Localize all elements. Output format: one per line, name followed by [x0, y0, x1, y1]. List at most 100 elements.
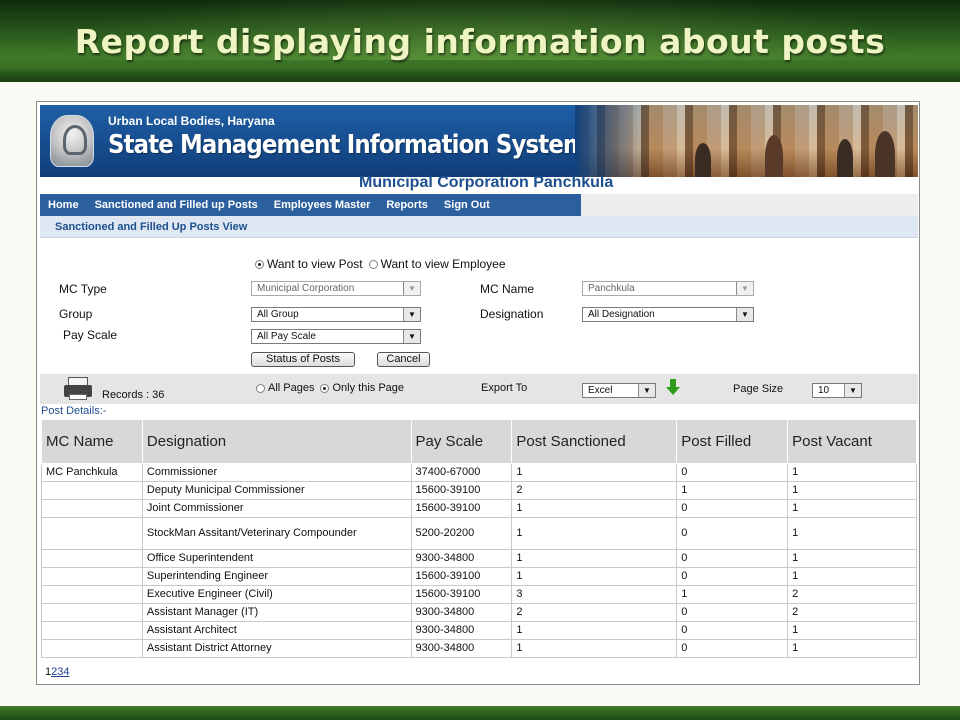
cell-post-sanctioned: 3	[511, 585, 678, 604]
nav-employees-master[interactable]: Employees Master	[266, 199, 379, 211]
cell-post-vacant: 1	[787, 463, 917, 482]
cell-post-filled: 0	[676, 603, 789, 622]
cell-post-vacant: 1	[787, 499, 917, 518]
printer-icon[interactable]	[64, 377, 94, 401]
cell-designation: Assistant District Attorney	[141, 639, 412, 658]
cell-pay-scale: 9300-34800	[410, 639, 513, 658]
cancel-button[interactable]: Cancel	[377, 352, 430, 367]
cell-pay-scale: 9300-34800	[410, 603, 513, 622]
pay-scale-select[interactable]: All Pay Scale ▼	[251, 329, 421, 344]
chevron-down-icon: ▼	[638, 384, 655, 397]
table-row: Deputy Municipal Commissioner 15600-39100…	[41, 481, 917, 500]
banner-subtitle: Urban Local Bodies, Haryana	[108, 114, 275, 128]
office-photo	[575, 105, 918, 177]
only-this-page-radio[interactable]	[320, 383, 330, 393]
cell-designation: Superintending Engineer	[141, 567, 412, 586]
page-size-value: 10	[818, 385, 830, 396]
cell-pay-scale: 37400-67000	[410, 463, 513, 482]
chevron-down-icon: ▼	[403, 282, 420, 295]
cell-post-vacant: 1	[787, 517, 917, 550]
all-pages-radio[interactable]	[256, 383, 265, 393]
view-employee-radio[interactable]	[368, 259, 378, 269]
mc-name-label: MC Name	[480, 282, 535, 296]
cell-post-vacant: 1	[787, 567, 917, 586]
view-post-label[interactable]: Want to view Post	[267, 257, 363, 271]
cell-mc-name	[41, 567, 143, 586]
view-employee-label[interactable]: Want to view Employee	[381, 257, 506, 271]
table-row: StockMan Assitant/Veterinary Compounder 5…	[41, 517, 917, 550]
cell-post-sanctioned: 2	[511, 481, 678, 500]
nav-sign-out[interactable]: Sign Out	[436, 199, 498, 211]
nav-reports[interactable]: Reports	[378, 199, 436, 211]
cell-post-filled: 0	[676, 639, 789, 658]
nav-sanctioned-posts[interactable]: Sanctioned and Filled up Posts	[87, 199, 266, 211]
cell-post-filled: 1	[676, 481, 789, 500]
designation-select[interactable]: All Designation ▼	[582, 307, 754, 322]
cell-designation: Office Superintendent	[141, 549, 412, 568]
cell-designation: Joint Commissioner	[141, 499, 412, 518]
chevron-down-icon: ▼	[403, 308, 420, 321]
only-this-page-label[interactable]: Only this Page	[332, 382, 404, 394]
cell-post-sanctioned: 1	[511, 463, 678, 482]
page-size-select[interactable]: 10 ▼	[812, 383, 862, 398]
chevron-down-icon: ▼	[403, 330, 420, 343]
group-value: All Group	[257, 309, 299, 320]
cell-post-filled: 0	[676, 621, 789, 640]
records-count: Records : 36	[102, 389, 165, 401]
table-row: Assistant District Attorney 9300-34800 1 0 1	[41, 639, 917, 658]
col-post-filled[interactable]: Post Filled	[676, 419, 789, 464]
cell-pay-scale: 15600-39100	[410, 585, 513, 604]
nav-home[interactable]: Home	[40, 199, 87, 211]
report-toolbar: Records : 36 All Pages Only this Page Ex…	[40, 374, 918, 404]
col-post-vacant[interactable]: Post Vacant	[787, 419, 917, 464]
col-post-sanctioned[interactable]: Post Sanctioned	[511, 419, 678, 464]
all-pages-label[interactable]: All Pages	[268, 382, 314, 394]
mc-type-select[interactable]: Municipal Corporation ▼	[251, 281, 421, 296]
cell-post-filled: 0	[676, 499, 789, 518]
cell-mc-name	[41, 639, 143, 658]
export-format-select[interactable]: Excel ▼	[582, 383, 656, 398]
export-download-icon[interactable]	[666, 379, 680, 395]
table-row: Superintending Engineer 15600-39100 1 0 1	[41, 567, 917, 586]
table-row: Joint Commissioner 15600-39100 1 0 1	[41, 499, 917, 518]
col-mc-name[interactable]: MC Name	[41, 419, 143, 464]
table-header-row: MC Name Designation Pay Scale Post Sanct…	[41, 419, 917, 464]
cell-post-vacant: 2	[787, 603, 917, 622]
designation-value: All Designation	[588, 309, 655, 320]
col-pay-scale[interactable]: Pay Scale	[410, 419, 513, 464]
page-size-label: Page Size	[733, 383, 784, 395]
cell-post-filled: 0	[676, 567, 789, 586]
corporation-title: Municipal Corporation Panchkula	[359, 174, 614, 191]
col-designation[interactable]: Designation	[141, 419, 412, 464]
cell-pay-scale: 5200-20200	[410, 517, 513, 550]
page-4[interactable]: 4	[63, 666, 69, 678]
cell-post-vacant: 1	[787, 639, 917, 658]
mc-name-select[interactable]: Panchkula ▼	[582, 281, 754, 296]
cell-mc-name	[41, 481, 143, 500]
slide-header: Report displaying information about post…	[0, 0, 960, 82]
banner-title: State Management Information System	[108, 130, 587, 160]
cell-pay-scale: 9300-34800	[410, 549, 513, 568]
cell-post-sanctioned: 1	[511, 517, 678, 550]
cell-post-filled: 0	[676, 517, 789, 550]
cell-post-sanctioned: 1	[511, 639, 678, 658]
table-row: Assistant Manager (IT) 9300-34800 2 0 2	[41, 603, 917, 622]
table-row: Executive Engineer (Civil) 15600-39100 3 1 2	[41, 585, 917, 604]
cell-pay-scale: 15600-39100	[410, 481, 513, 500]
pay-scale-value: All Pay Scale	[257, 331, 316, 342]
chevron-down-icon: ▼	[844, 384, 861, 397]
group-label: Group	[59, 307, 93, 321]
mc-name-value: Panchkula	[588, 283, 635, 294]
nav-filler	[581, 194, 918, 216]
cell-mc-name	[41, 621, 143, 640]
view-post-radio[interactable]	[255, 259, 264, 269]
cell-post-sanctioned: 1	[511, 621, 678, 640]
chevron-down-icon: ▼	[736, 308, 753, 321]
cell-mc-name	[41, 549, 143, 568]
cell-post-sanctioned: 1	[511, 549, 678, 568]
status-of-posts-button[interactable]: Status of Posts	[251, 352, 355, 367]
cell-designation: Executive Engineer (Civil)	[141, 585, 412, 604]
cell-post-filled: 0	[676, 549, 789, 568]
group-select[interactable]: All Group ▼	[251, 307, 421, 322]
cell-pay-scale: 9300-34800	[410, 621, 513, 640]
